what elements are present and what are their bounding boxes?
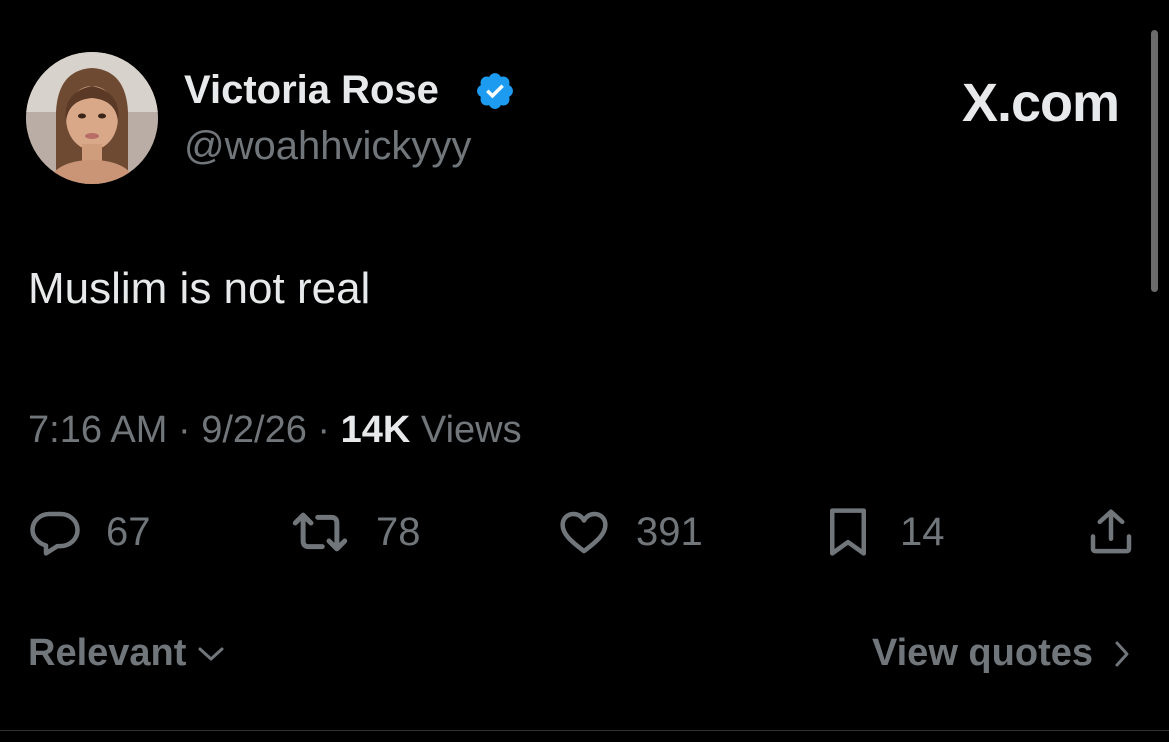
meta-separator: · — [177, 409, 191, 451]
repost-button[interactable]: 78 — [286, 505, 421, 559]
x-com-watermark: X.com — [961, 73, 1120, 133]
tweet-text: Muslim is not real — [28, 264, 371, 313]
chevron-down-icon — [198, 647, 224, 660]
divider — [0, 730, 1169, 731]
view-quotes-label: View quotes — [871, 632, 1093, 674]
repost-icon — [292, 512, 348, 552]
heart-icon — [560, 511, 608, 554]
verified-badge-icon — [477, 73, 513, 109]
avatar[interactable] — [26, 52, 158, 184]
tweet-time[interactable]: 7:16 AM — [28, 409, 167, 451]
like-button[interactable]: 391 — [554, 505, 703, 559]
bookmark-button[interactable]: 14 — [818, 505, 945, 559]
bookmark-icon — [830, 508, 866, 556]
tweet-meta: 7:16 AM · 9/2/26 · 14K Views — [28, 409, 522, 452]
share-button[interactable] — [1082, 505, 1140, 559]
bookmark-count: 14 — [900, 509, 945, 554]
views-count: 14K — [340, 409, 411, 451]
scrollbar[interactable] — [1151, 30, 1158, 292]
sort-dropdown[interactable]: Relevant — [28, 632, 226, 675]
author-name[interactable]: Victoria Rose — [184, 68, 439, 113]
chevron-right-icon — [1115, 641, 1129, 666]
meta-separator: · — [317, 409, 331, 451]
reply-button[interactable]: 67 — [26, 505, 151, 559]
view-quotes-link[interactable]: View quotes — [872, 632, 1131, 675]
like-count: 391 — [636, 509, 703, 554]
tweet-date[interactable]: 9/2/26 — [201, 409, 307, 451]
reply-count: 67 — [106, 509, 151, 554]
share-icon — [1090, 509, 1132, 554]
author-handle[interactable]: @woahhvickyyy — [184, 124, 471, 169]
views-label: Views — [420, 409, 522, 451]
repost-count: 78 — [376, 509, 421, 554]
reply-icon — [30, 511, 80, 556]
sort-label: Relevant — [28, 632, 187, 674]
